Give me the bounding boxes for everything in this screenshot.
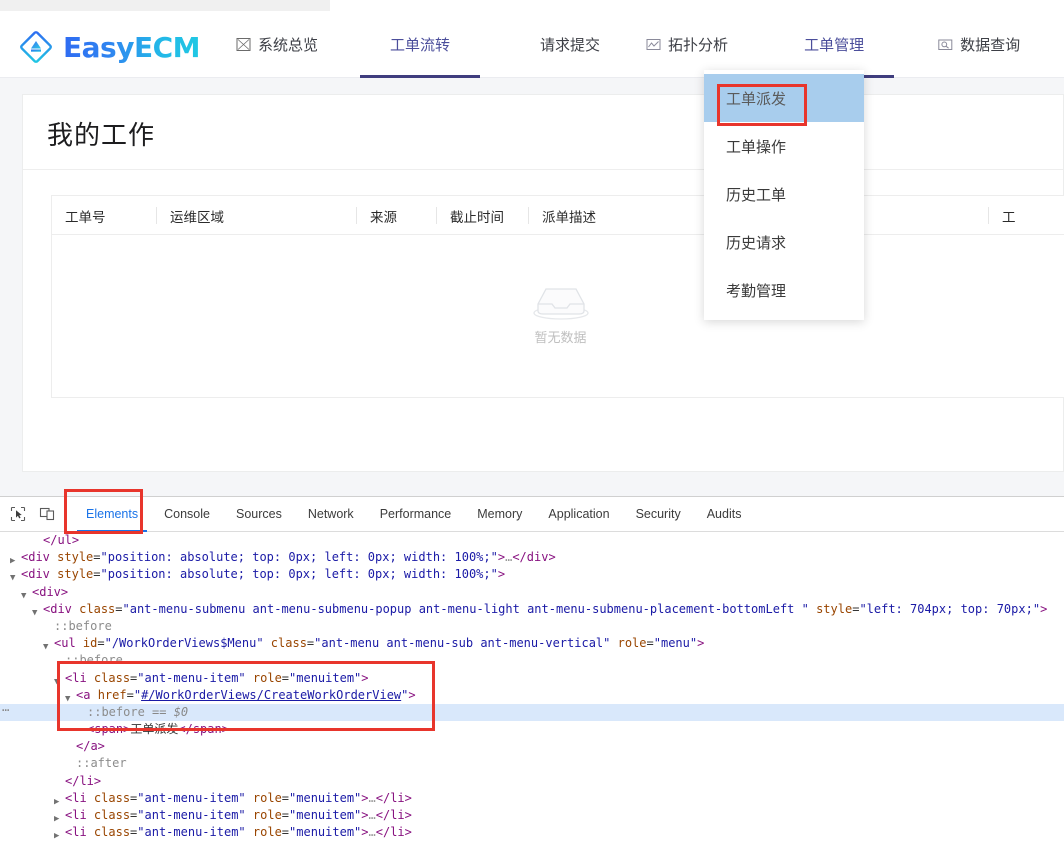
menu-item-dispatch-workorder[interactable]: 工单派发: [704, 74, 864, 122]
column-label: 截止时间: [450, 209, 504, 226]
menu-item-label: 历史工单: [726, 185, 787, 204]
menu-item-label: 历史请求: [726, 233, 787, 252]
dom-tree-line[interactable]: ::before: [0, 652, 1064, 669]
devtools-tabs: Elements Console Sources Network Perform…: [73, 497, 754, 532]
browser-page-viewport: EasyECM 系统总览 工单流转 请求提交 拓扑分析 工单管理 数据查询 我的…: [0, 0, 1064, 496]
nav-item-label: 拓扑分析: [668, 36, 729, 54]
table-column-header[interactable]: 来源: [357, 196, 437, 235]
dom-tree-line[interactable]: ▼ <div class="ant-menu-submenu ant-menu-s…: [0, 601, 1064, 618]
menu-item-attendance-management[interactable]: 考勤管理: [704, 266, 864, 314]
devtools-tab-bar: Elements Console Sources Network Perform…: [0, 497, 1064, 532]
search-data-icon: [938, 37, 953, 52]
menu-item-label: 工单操作: [726, 137, 787, 156]
dom-ellipsis-marker: ⋯: [2, 703, 10, 717]
tab-label: Performance: [379, 507, 452, 521]
nav-item-data-query[interactable]: 数据查询: [938, 11, 1020, 78]
nav-item-request-submit[interactable]: 请求提交: [540, 11, 600, 78]
menu-item-workorder-operation[interactable]: 工单操作: [704, 122, 864, 170]
tab-elements[interactable]: Elements: [73, 497, 151, 532]
dom-tree-line[interactable]: ▼ <div>: [0, 584, 1064, 601]
column-label: 工: [1002, 209, 1016, 226]
column-label: 运维区域: [170, 209, 224, 226]
tab-label: Security: [635, 507, 681, 521]
dom-tree-line[interactable]: ▶<li class="ant-menu-item" role="menuite…: [0, 790, 1064, 807]
tab-audits[interactable]: Audits: [694, 497, 755, 532]
column-label: 派单描述: [542, 209, 596, 226]
diamond-logo-icon: [18, 29, 54, 65]
dom-tree-line[interactable]: ▶ <div style="position: absolute; top: 0p…: [0, 549, 1064, 566]
tab-label: Sources: [235, 507, 282, 521]
nav-item-label: 数据查询: [960, 36, 1021, 54]
empty-box-icon: [529, 280, 593, 321]
tab-label: Console: [164, 507, 210, 521]
tab-application[interactable]: Application: [535, 497, 622, 532]
dom-tree-line[interactable]: ::before == $0: [0, 703, 1064, 722]
dom-tree-line[interactable]: </ul>: [0, 532, 1064, 549]
tab-performance[interactable]: Performance: [367, 497, 465, 532]
tab-label: Audits: [706, 507, 742, 521]
column-label: 工单号: [65, 209, 106, 226]
workorder-table: 工单号 运维区域 来源 截止时间 派单描述 工 暂无数据: [51, 195, 1064, 398]
title-divider: [23, 169, 1063, 170]
nav-item-system-overview[interactable]: 系统总览: [236, 11, 318, 78]
content-card: 我的工作 工单号 运维区域 来源 截止时间 派单描述 工 暂无数据: [22, 94, 1064, 472]
devtools-panel: Elements Console Sources Network Perform…: [0, 496, 1064, 843]
empty-state-text: 暂无数据: [534, 331, 587, 346]
dom-tree-view[interactable]: </ul> ▶ <div style="position: absolute; to…: [0, 532, 1064, 843]
nav-item-workorder-flow[interactable]: 工单流转: [360, 11, 481, 78]
tab-memory[interactable]: Memory: [464, 497, 535, 532]
dom-tree-line[interactable]: ▼ <ul id="/WorkOrderViews$Menu" class="an…: [0, 635, 1064, 652]
dom-tree-line[interactable]: ▼ <div style="position: absolute; top: 0p…: [0, 566, 1064, 583]
inspect-element-icon[interactable]: [7, 503, 29, 525]
dom-tree-line[interactable]: ::before: [0, 618, 1064, 635]
menu-item-label: 考勤管理: [726, 281, 787, 300]
menu-item-label: 工单派发: [726, 89, 787, 108]
dom-tree-line[interactable]: </li>: [0, 773, 1064, 790]
nav-item-workorder-management[interactable]: 工单管理: [774, 11, 895, 78]
menu-item-history-workorder[interactable]: 历史工单: [704, 170, 864, 218]
tab-console[interactable]: Console: [151, 497, 223, 532]
tab-label: Application: [548, 507, 610, 521]
tab-label: Elements: [86, 507, 139, 521]
table-header-row: 工单号 运维区域 来源 截止时间 派单描述 工: [52, 196, 1064, 235]
top-navigation-bar: EasyECM 系统总览 工单流转 请求提交 拓扑分析 工单管理 数据查询: [0, 11, 1064, 78]
nav-item-label: 请求提交: [540, 36, 601, 54]
topology-icon: [646, 37, 661, 52]
nav-item-topology-analysis[interactable]: 拓扑分析: [646, 11, 728, 78]
table-column-header[interactable]: 工单号: [52, 196, 157, 235]
dom-tree-line[interactable]: ::after: [0, 755, 1064, 772]
dom-tree-line[interactable]: ▶<li class="ant-menu-item" role="menuite…: [0, 824, 1064, 841]
nav-item-label: 工单管理: [804, 36, 865, 54]
tab-label: Memory: [477, 507, 523, 521]
dom-tree-line[interactable]: <span>工单派发</span>: [0, 721, 1064, 738]
tab-label: Network: [307, 507, 354, 521]
app-logo[interactable]: EasyECM: [18, 29, 200, 65]
workorder-management-dropdown-menu: 工单派发 工单操作 历史工单 历史请求 考勤管理: [704, 70, 864, 320]
dom-tree-line[interactable]: </a>: [0, 738, 1064, 755]
nav-item-label: 工单流转: [390, 36, 451, 54]
table-column-header[interactable]: 运维区域: [157, 196, 357, 235]
nav-item-label: 系统总览: [258, 36, 319, 54]
tab-security[interactable]: Security: [623, 497, 694, 532]
device-toolbar-icon[interactable]: [36, 503, 58, 525]
dom-tree-line[interactable]: ▶<li class="ant-menu-item" role="menuite…: [0, 807, 1064, 824]
nav-item-list: 系统总览 工单流转 请求提交 拓扑分析 工单管理 数据查询: [236, 11, 1064, 78]
column-label: 来源: [370, 209, 397, 226]
menu-item-history-request[interactable]: 历史请求: [704, 218, 864, 266]
app-logo-text: EasyECM: [63, 30, 200, 64]
dom-tree-line[interactable]: ▼ <li class="ant-menu-item" role="menuite…: [0, 670, 1064, 687]
table-empty-state: 暂无数据: [52, 235, 1064, 397]
tab-sources[interactable]: Sources: [223, 497, 295, 532]
browser-chrome-strip: [0, 0, 1064, 11]
dom-tree-line[interactable]: ▼ <a href="#/WorkOrderViews/CreateWorkOrd…: [0, 687, 1064, 704]
dashboard-icon: [236, 37, 251, 52]
table-column-header[interactable]: 截止时间: [437, 196, 529, 235]
tab-network[interactable]: Network: [295, 497, 367, 532]
page-title: 我的工作: [47, 121, 156, 151]
table-column-header-partial[interactable]: 工: [989, 196, 1064, 235]
